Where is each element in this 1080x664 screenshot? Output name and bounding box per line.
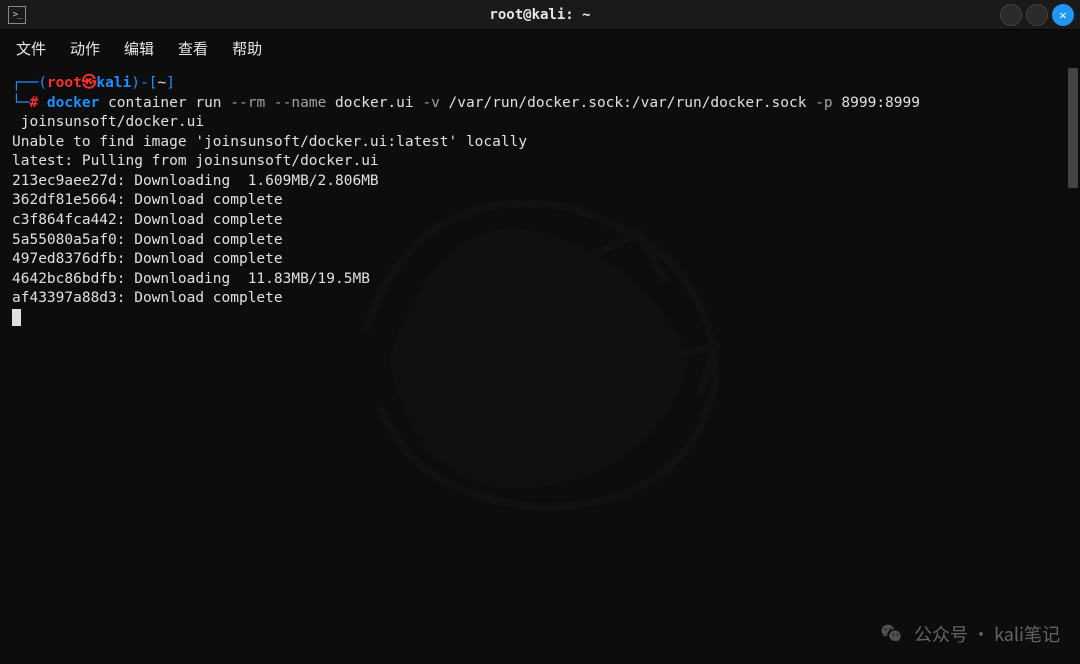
output-line: Unable to find image 'joinsunsoft/docker… <box>12 134 527 150</box>
menu-action[interactable]: 动作 <box>70 38 100 59</box>
prompt-line-1: ┌──(root㉿kali)-[~] <box>12 74 1068 94</box>
watermark-text: 公众号 · kali笔记 <box>914 621 1060 647</box>
command-flag: -p <box>815 95 832 111</box>
prompt-user: root <box>47 75 82 91</box>
output-line: 5a55080a5af0: Download complete <box>12 232 283 248</box>
prompt-at-symbol: ㉿ <box>82 75 97 91</box>
minimize-button[interactable] <box>1000 4 1022 26</box>
terminal-content[interactable]: ┌──(root㉿kali)-[~]└─# docker container r… <box>0 66 1080 664</box>
window-controls: ✕ <box>1000 4 1074 26</box>
menu-bar: 文件 动作 编辑 查看 帮助 <box>0 30 1080 66</box>
menu-file[interactable]: 文件 <box>16 38 46 59</box>
menu-view[interactable]: 查看 <box>178 38 208 59</box>
prompt-decoration: └─ <box>12 95 29 111</box>
output-line: 4642bc86bdfb: Downloading 11.83MB/19.5MB <box>12 271 370 287</box>
command-text: 8999:8999 <box>833 95 920 111</box>
command-text: /var/run/docker.sock:/var/run/docker.soc… <box>440 95 815 111</box>
output-line: 362df81e5664: Download complete <box>12 192 283 208</box>
wechat-icon <box>878 620 906 648</box>
command-text <box>265 95 274 111</box>
command-text: container run <box>99 95 230 111</box>
output-line: latest: Pulling from joinsunsoft/docker.… <box>12 153 379 169</box>
command-flag: -v <box>422 95 439 111</box>
prompt-bracket: ] <box>166 75 175 91</box>
output-line: 497ed8376dfb: Download complete <box>12 251 283 267</box>
menu-help[interactable]: 帮助 <box>232 38 262 59</box>
prompt-decoration: )- <box>131 75 148 91</box>
output-line: af43397a88d3: Download complete <box>12 290 283 306</box>
watermark: 公众号 · kali笔记 <box>878 620 1060 648</box>
window-title: root@kali: ~ <box>489 7 590 23</box>
prompt-line-2: └─# docker container run --rm --name doc… <box>12 94 1068 114</box>
maximize-button[interactable] <box>1026 4 1048 26</box>
output-line: c3f864fca442: Download complete <box>12 212 283 228</box>
command-continuation: joinsunsoft/docker.ui <box>12 114 204 130</box>
close-button[interactable]: ✕ <box>1052 4 1074 26</box>
command-docker: docker <box>38 95 99 111</box>
command-flag: --rm <box>230 95 265 111</box>
prompt-decoration: ┌──( <box>12 75 47 91</box>
terminal-cursor <box>12 309 21 326</box>
command-flag: --name <box>274 95 326 111</box>
title-bar: root@kali: ~ ✕ <box>0 0 1080 30</box>
terminal-icon <box>8 6 26 24</box>
menu-edit[interactable]: 编辑 <box>124 38 154 59</box>
command-text: docker.ui <box>326 95 422 111</box>
prompt-host: kali <box>96 75 131 91</box>
prompt-hash: # <box>29 95 38 111</box>
scrollbar-thumb[interactable] <box>1068 68 1078 188</box>
prompt-path: ~ <box>157 75 166 91</box>
output-line: 213ec9aee27d: Downloading 1.609MB/2.806M… <box>12 173 379 189</box>
